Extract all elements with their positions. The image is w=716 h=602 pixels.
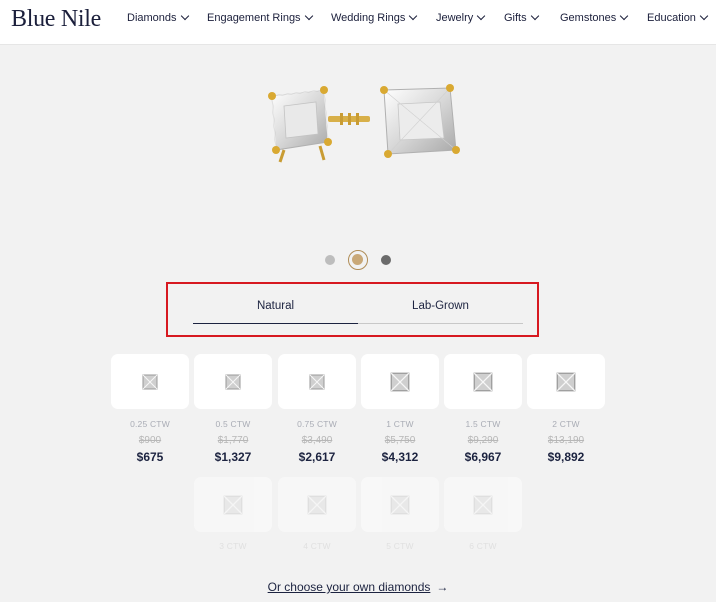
diamond-thumbnail-icon (309, 374, 325, 389)
chevron-down-icon (699, 11, 709, 21)
option-card-6[interactable] (444, 477, 522, 532)
nav-jewelry-label: Jewelry (436, 12, 474, 24)
option-ctw: 1.5 CTW (465, 419, 501, 429)
option-ctw: 1 CTW (386, 419, 414, 429)
nav-wedding-rings[interactable]: Wedding Rings (331, 11, 418, 24)
choose-own-diamonds-link[interactable]: Or choose your own diamonds (268, 580, 431, 594)
diamond-thumbnail-icon (225, 374, 241, 389)
option-ctw: 5 CTW (386, 541, 414, 551)
chevron-down-icon (620, 11, 629, 21)
option-sale-price: $1,327 (214, 450, 252, 464)
nav-engagement-rings-label: Engagement Rings (207, 12, 301, 24)
option-card-3[interactable] (194, 477, 272, 532)
chevron-down-icon (304, 11, 313, 21)
diamond-thumbnail-icon (142, 374, 158, 389)
nav-jewelry[interactable]: Jewelry (436, 11, 486, 24)
option-original-price: $5,750 (384, 435, 416, 446)
tab-lab-grown[interactable]: Lab-Grown (358, 300, 523, 324)
diamond-thumbnail-icon (390, 372, 410, 391)
option-ctw: 0.5 CTW (215, 419, 251, 429)
nav-diamonds[interactable]: Diamonds (127, 11, 189, 24)
nav-gemstones-label: Gemstones (560, 12, 617, 24)
nav-education-label: Education (647, 12, 696, 24)
option-sale-price: $2,617 (298, 450, 336, 464)
option-sale-price: $9,892 (547, 450, 585, 464)
diamond-thumbnail-icon (223, 495, 243, 514)
main-nav: Diamonds Engagement Rings Wedding Rings … (0, 11, 716, 28)
nav-education[interactable]: Education (647, 11, 709, 24)
option-card-0-75[interactable] (278, 354, 356, 409)
option-ctw: 2 CTW (552, 419, 580, 429)
chevron-down-icon (477, 11, 486, 21)
option-original-price: $9,290 (467, 435, 499, 446)
option-original-price: $1,770 (217, 435, 249, 446)
diamond-thumbnail-icon (473, 495, 493, 514)
nav-diamonds-label: Diamonds (127, 12, 177, 24)
option-card-1-5[interactable] (444, 354, 522, 409)
option-card-2[interactable] (527, 354, 605, 409)
option-original-price: $3,490 (301, 435, 333, 446)
earrings-product-image (268, 84, 460, 163)
option-card-0-25[interactable] (111, 354, 189, 409)
option-original-price: $13,190 (547, 435, 585, 446)
diamond-thumbnail-icon (556, 372, 576, 391)
option-card-0-5[interactable] (194, 354, 272, 409)
nav-engagement-rings[interactable]: Engagement Rings (207, 11, 313, 24)
choose-own-diamonds-cta: Or choose your own diamonds → (0, 580, 716, 594)
option-card-5[interactable] (361, 477, 439, 532)
chevron-down-icon (409, 11, 418, 21)
nav-gemstones[interactable]: Gemstones (560, 11, 629, 24)
diamond-thumbnail-icon (390, 495, 410, 514)
nav-wedding-rings-label: Wedding Rings (331, 12, 406, 24)
option-ctw: 6 CTW (469, 541, 497, 551)
option-ctw: 0.75 CTW (297, 419, 337, 429)
carousel-dot-2-active[interactable] (348, 250, 368, 270)
tab-natural[interactable]: Natural (193, 300, 358, 324)
arrow-right-icon: → (436, 580, 449, 594)
chevron-down-icon (180, 11, 189, 21)
carousel-dot-3[interactable] (381, 255, 391, 265)
diamond-thumbnail-icon (307, 495, 327, 514)
option-card-4[interactable] (278, 477, 356, 532)
diamond-thumbnail-icon (473, 372, 493, 391)
option-sale-price: $6,967 (464, 450, 502, 464)
option-ctw: 0.25 CTW (130, 419, 170, 429)
option-ctw: 3 CTW (219, 541, 247, 551)
option-sale-price: $4,312 (381, 450, 419, 464)
option-sale-price: $675 (136, 450, 164, 464)
option-card-1[interactable] (361, 354, 439, 409)
option-ctw: 4 CTW (303, 541, 331, 551)
option-original-price: $900 (138, 435, 162, 446)
nav-gifts-label: Gifts (504, 12, 527, 24)
nav-gifts[interactable]: Gifts (504, 11, 539, 24)
site-header: Blue Nile Diamonds Engagement Rings Wedd… (0, 0, 716, 45)
chevron-down-icon (530, 11, 539, 21)
carousel-dot-1[interactable] (325, 255, 335, 265)
